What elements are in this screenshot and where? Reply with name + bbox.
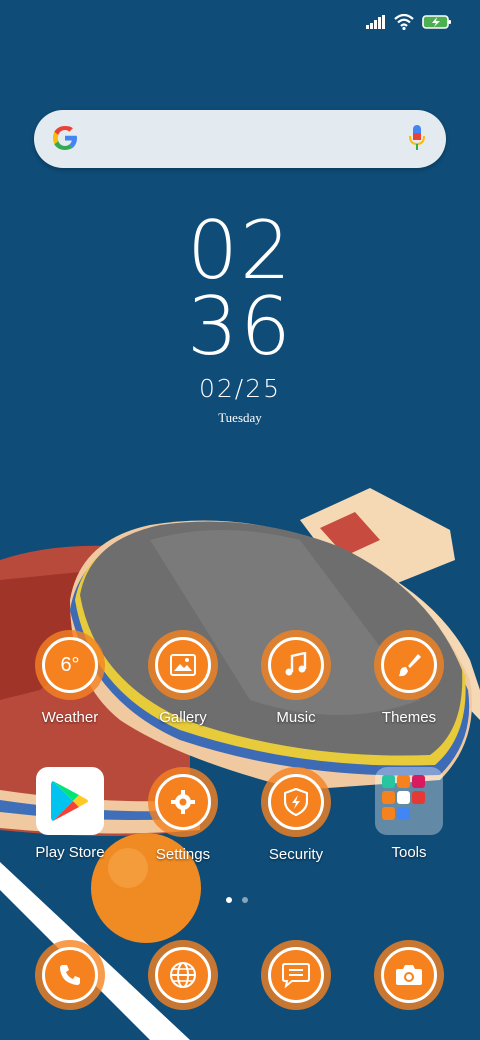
- app-music[interactable]: Music: [240, 630, 352, 726]
- paintbrush-icon: [374, 630, 444, 700]
- dock-camera[interactable]: [353, 940, 465, 1010]
- app-label: Weather: [41, 709, 99, 726]
- battery-charging-icon: [422, 15, 451, 29]
- app-label: Tools: [391, 844, 427, 861]
- messages-icon: [261, 940, 331, 1010]
- phone-icon: [35, 940, 105, 1010]
- folder-icon: [375, 767, 443, 835]
- app-play-store[interactable]: Play Store: [14, 767, 126, 861]
- folder-tools[interactable]: Tools: [353, 767, 465, 861]
- camera-icon: [374, 940, 444, 1010]
- app-themes[interactable]: Themes: [353, 630, 465, 726]
- app-weather[interactable]: 6° Weather: [14, 630, 126, 726]
- play-store-icon: [36, 767, 104, 835]
- app-settings[interactable]: Settings: [127, 767, 239, 863]
- page-indicator[interactable]: [226, 897, 248, 903]
- gear-icon: [148, 767, 218, 837]
- clock-day: Tuesday: [218, 410, 262, 425]
- dock-messages[interactable]: [240, 940, 352, 1010]
- weather-icon: 6°: [35, 630, 105, 700]
- app-label: Play Store: [35, 844, 105, 861]
- app-label: Music: [276, 709, 316, 726]
- page-dot-1[interactable]: [226, 897, 232, 903]
- app-label: Themes: [381, 709, 437, 726]
- app-security[interactable]: Security: [240, 767, 352, 863]
- signal-icon: [366, 15, 385, 29]
- app-gallery[interactable]: Gallery: [127, 630, 239, 726]
- browser-icon: [148, 940, 218, 1010]
- mic-icon[interactable]: [408, 124, 426, 152]
- app-label: Security: [268, 846, 324, 863]
- google-logo-icon: [53, 126, 77, 150]
- dock-phone[interactable]: [14, 940, 126, 1010]
- app-label: Gallery: [159, 709, 207, 726]
- music-icon: [261, 630, 331, 700]
- dock-browser[interactable]: [127, 940, 239, 1010]
- page-dot-2[interactable]: [242, 897, 248, 903]
- status-bar: [366, 12, 452, 32]
- app-label: Settings: [155, 846, 211, 863]
- clock-date: 02/25: [198, 374, 282, 403]
- wifi-icon: [394, 14, 414, 30]
- google-search-bar[interactable]: [34, 110, 446, 168]
- weather-temp: 6°: [60, 653, 80, 676]
- clock-minute[interactable]: 36: [0, 282, 480, 372]
- shield-icon: [261, 767, 331, 837]
- gallery-icon: [148, 630, 218, 700]
